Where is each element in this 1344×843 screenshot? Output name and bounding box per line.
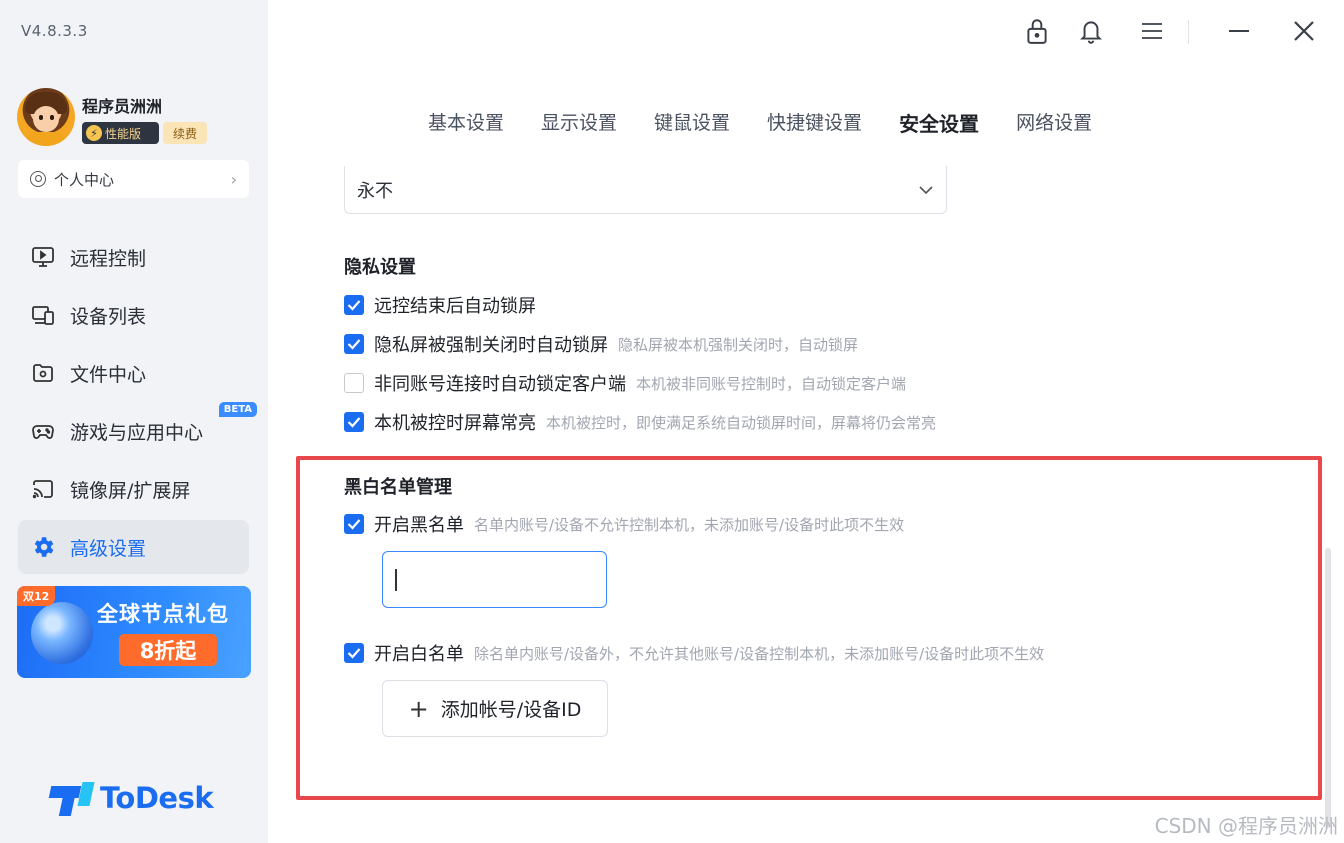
cast-icon — [30, 476, 56, 502]
checkbox-checked[interactable] — [344, 334, 364, 354]
option-label: 非同账号连接时自动锁定客户端 — [374, 374, 626, 395]
sidebar-item-label: 设备列表 — [70, 305, 147, 328]
option-label: 隐私屏被强制关闭时自动锁屏 — [374, 335, 608, 356]
sidebar-item-label: 游戏与应用中心 — [70, 421, 204, 444]
privacy-option-lock-on-privacy-close[interactable]: 隐私屏被强制关闭时自动锁屏 隐私屏被本机强制关闭时，自动锁屏 — [344, 331, 858, 357]
privacy-option-lock-client-non-same-account[interactable]: 非同账号连接时自动锁定客户端 本机被非同账号控制时，自动锁定客户端 — [344, 370, 906, 396]
gear-icon — [30, 534, 56, 560]
plus-icon: + — [408, 694, 429, 723]
checkbox-unchecked[interactable] — [344, 373, 364, 393]
avatar[interactable] — [17, 88, 75, 146]
close-icon[interactable] — [1289, 16, 1319, 46]
bell-icon[interactable] — [1076, 16, 1106, 46]
option-description: 隐私屏被本机强制关闭时，自动锁屏 — [618, 335, 859, 354]
gamepad-icon — [30, 418, 56, 444]
add-account-device-label: 添加帐号/设备ID — [440, 699, 582, 721]
folder-icon — [30, 360, 56, 386]
tab-shortcut-settings[interactable]: 快捷键设置 — [767, 108, 862, 137]
sidebar-item-game-center[interactable]: 游戏与应用中心 BETA — [18, 402, 257, 458]
whitelist-toggle[interactable]: 开启白名单 除名单内账号/设备外，不允许其他账号/设备控制本机，未添加账号/设备… — [344, 640, 1044, 666]
app-version: V4.8.3.3 — [21, 22, 88, 40]
username: 程序员洲洲 — [82, 97, 163, 116]
promo-banner[interactable]: 双12 全球节点礼包 8折起 — [17, 586, 251, 678]
checkbox-checked[interactable] — [344, 643, 364, 663]
checkbox-checked[interactable] — [344, 295, 364, 315]
tab-basic-settings[interactable]: 基本设置 — [428, 108, 504, 137]
option-label: 远控结束后自动锁屏 — [374, 296, 536, 317]
blacklist-input[interactable] — [382, 551, 607, 608]
privacy-option-screen-always-on[interactable]: 本机被控时屏幕常亮 本机被控时，即使满足系统自动锁屏时间，屏幕将仍会常亮 — [344, 409, 936, 435]
highlight-annotation-box — [296, 456, 1322, 800]
sidebar: V4.8.3.3 程序员洲洲 ⚡ 性能版 续费 个人中心 › 远程控制 设备列表 — [0, 0, 268, 843]
checkbox-checked[interactable] — [344, 412, 364, 432]
performance-badge[interactable]: ⚡ 性能版 — [82, 122, 159, 144]
checkbox-checked[interactable] — [344, 514, 364, 534]
tab-display-settings[interactable]: 显示设置 — [541, 108, 617, 137]
text-caret — [395, 569, 397, 591]
renew-button[interactable]: 续费 — [163, 122, 207, 144]
menu-icon[interactable] — [1137, 16, 1167, 46]
sidebar-item-file-center[interactable]: 文件中心 — [18, 346, 249, 400]
chevron-down-icon — [918, 179, 934, 200]
devices-icon — [30, 302, 56, 328]
sidebar-item-remote-control[interactable]: 远程控制 — [18, 230, 249, 284]
personal-center-button[interactable]: 个人中心 › — [18, 160, 249, 198]
titlebar-divider — [1188, 20, 1189, 44]
add-account-device-button[interactable]: + 添加帐号/设备ID — [382, 680, 608, 737]
scrollbar[interactable] — [1325, 548, 1331, 828]
sidebar-item-mirror-screen[interactable]: 镜像屏/扩展屏 — [18, 462, 249, 516]
sidebar-item-label: 高级设置 — [70, 537, 147, 560]
brand-name: ToDesk — [100, 781, 214, 815]
chevron-right-icon: › — [230, 169, 237, 189]
option-description: 本机被非同账号控制时，自动锁定客户端 — [636, 374, 907, 393]
promo-tag: 双12 — [17, 586, 56, 606]
performance-badge-label: 性能版 — [105, 126, 142, 141]
sidebar-item-label: 远程控制 — [70, 247, 147, 270]
sidebar-nav: 远程控制 设备列表 文件中心 游戏与应用中心 BETA 镜像屏/扩展屏 高级设置 — [18, 230, 257, 578]
option-description: 本机被控时，即使满足系统自动锁屏时间，屏幕将仍会常亮 — [546, 413, 937, 432]
tab-keyboard-mouse-settings[interactable]: 键鼠设置 — [654, 108, 730, 137]
auto-lock-select-value: 永不 — [357, 180, 393, 202]
blackwhite-section-title: 黑白名单管理 — [344, 477, 452, 498]
monitor-icon — [30, 244, 56, 270]
tab-network-settings[interactable]: 网络设置 — [1016, 108, 1092, 137]
watermark: CSDN @程序员洲洲 — [1154, 814, 1338, 838]
beta-badge: BETA — [218, 402, 257, 417]
sidebar-item-label: 镜像屏/扩展屏 — [70, 479, 191, 502]
blacklist-toggle[interactable]: 开启黑名单 名单内账号/设备不允许控制本机，未添加账号/设备时此项不生效 — [344, 511, 904, 537]
option-label: 本机被控时屏幕常亮 — [374, 413, 536, 434]
lightning-icon: ⚡ — [86, 125, 102, 141]
sidebar-item-device-list[interactable]: 设备列表 — [18, 288, 249, 342]
option-label: 开启黑名单 — [374, 515, 464, 536]
promo-discount: 8折起 — [119, 634, 217, 666]
globe-icon — [31, 602, 93, 664]
sidebar-item-label: 文件中心 — [70, 363, 147, 386]
lock-icon[interactable] — [1022, 16, 1052, 46]
option-description: 名单内账号/设备不允许控制本机，未添加账号/设备时此项不生效 — [474, 515, 905, 534]
auto-lock-select[interactable]: 永不 — [344, 166, 947, 214]
minimize-icon[interactable] — [1224, 16, 1254, 46]
promo-title: 全球节点礼包 — [97, 602, 229, 626]
settings-tabs: 基本设置 显示设置 键鼠设置 快捷键设置 安全设置 网络设置 — [428, 108, 1129, 137]
personal-center-label: 个人中心 — [54, 170, 115, 189]
privacy-section-title: 隐私设置 — [344, 257, 416, 278]
privacy-option-auto-lock-after-remote[interactable]: 远控结束后自动锁屏 — [344, 292, 536, 318]
sidebar-item-advanced-settings[interactable]: 高级设置 — [18, 520, 249, 574]
tab-security-settings[interactable]: 安全设置 — [899, 108, 979, 137]
todesk-logo: ToDesk — [48, 780, 214, 816]
todesk-logo-mark — [48, 780, 95, 816]
option-description: 除名单内账号/设备外，不允许其他账号/设备控制本机，未添加账号/设备时此项不生效 — [474, 644, 1045, 663]
user-circle-icon — [30, 171, 46, 187]
option-label: 开启白名单 — [374, 644, 464, 665]
